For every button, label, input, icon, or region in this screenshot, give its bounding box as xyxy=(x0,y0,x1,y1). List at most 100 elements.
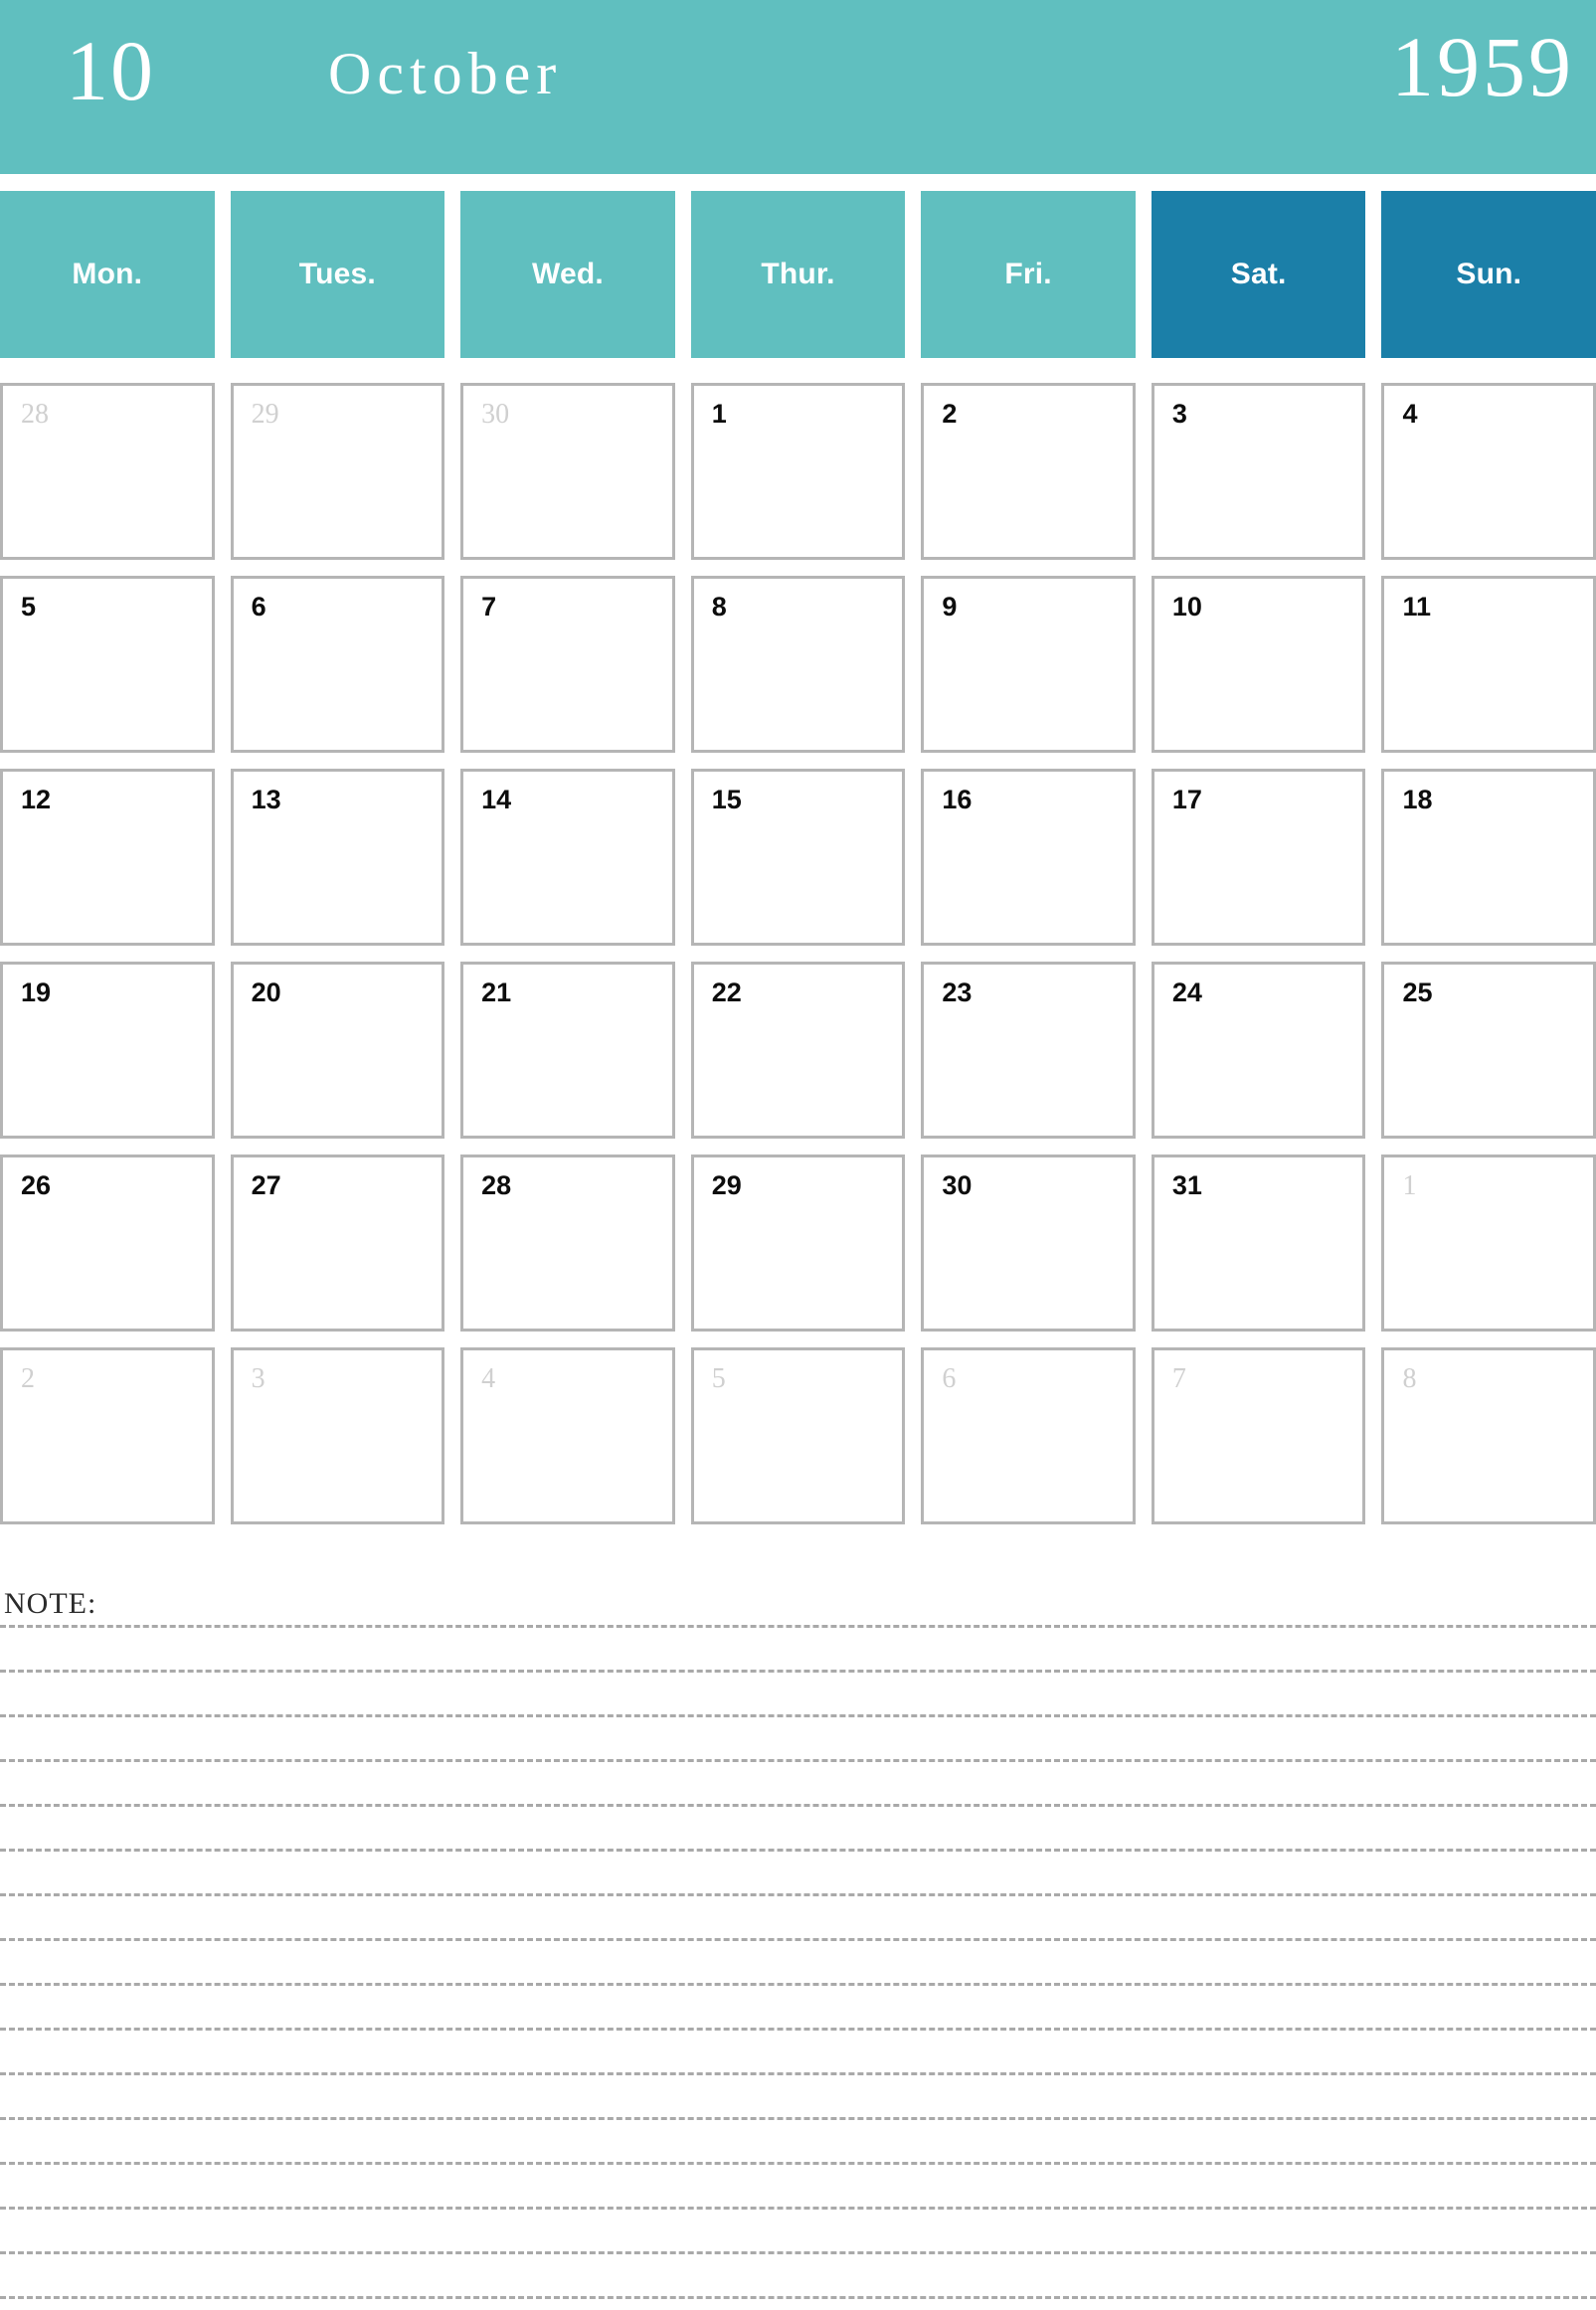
day-cell[interactable]: 9 xyxy=(921,576,1136,753)
day-cell-adjacent-month[interactable]: 7 xyxy=(1151,1347,1366,1524)
day-cell[interactable]: 23 xyxy=(921,962,1136,1139)
day-number: 22 xyxy=(711,977,742,1007)
day-cell[interactable]: 10 xyxy=(1151,576,1366,753)
day-number: 7 xyxy=(481,592,497,622)
weekday-header-wed: Wed. xyxy=(460,191,675,358)
day-number: 30 xyxy=(481,399,510,430)
day-cell-adjacent-month[interactable]: 8 xyxy=(1381,1347,1596,1524)
day-cell-adjacent-month[interactable]: 28 xyxy=(0,383,215,560)
weekday-header-thur: Thur. xyxy=(690,191,906,358)
note-section: NOTE: xyxy=(0,1589,1596,2310)
day-cell[interactable]: 13 xyxy=(230,769,445,946)
note-line[interactable] xyxy=(0,2072,1596,2075)
day-cell[interactable]: 26 xyxy=(0,1155,215,1332)
note-line[interactable] xyxy=(0,1849,1596,1852)
day-cell[interactable]: 11 xyxy=(1381,576,1596,753)
note-line[interactable] xyxy=(0,1625,1596,1628)
weekday-label: Tues. xyxy=(298,258,376,290)
day-cell[interactable]: 21 xyxy=(460,962,675,1139)
day-cell[interactable]: 29 xyxy=(690,1155,906,1332)
day-number: 27 xyxy=(251,1170,281,1200)
day-cell[interactable]: 1 xyxy=(690,383,906,560)
day-number: 29 xyxy=(711,1170,742,1200)
note-line[interactable] xyxy=(0,1983,1596,1986)
day-number: 16 xyxy=(942,785,973,814)
day-cell[interactable]: 24 xyxy=(1151,962,1366,1139)
note-line[interactable] xyxy=(0,1804,1596,1807)
day-cell[interactable]: 14 xyxy=(460,769,675,946)
day-cell[interactable]: 27 xyxy=(230,1155,445,1332)
note-line[interactable] xyxy=(0,1670,1596,1673)
day-number: 7 xyxy=(1171,1363,1186,1394)
day-cell[interactable]: 8 xyxy=(690,576,906,753)
day-number: 21 xyxy=(481,977,512,1007)
day-number: 11 xyxy=(1402,592,1432,622)
day-number: 15 xyxy=(711,785,742,814)
day-cell-adjacent-month[interactable]: 30 xyxy=(460,383,675,560)
week-row: 5 6 7 8 9 10 11 xyxy=(0,576,1596,753)
note-line[interactable] xyxy=(0,2207,1596,2210)
day-cell[interactable]: 12 xyxy=(0,769,215,946)
week-row: 28 29 30 1 2 3 4 xyxy=(0,383,1596,560)
week-row: 19 20 21 22 23 24 25 xyxy=(0,962,1596,1139)
day-number: 28 xyxy=(481,1170,512,1200)
day-number: 19 xyxy=(21,977,52,1007)
note-line[interactable] xyxy=(0,1893,1596,1896)
day-number: 23 xyxy=(942,977,973,1007)
note-line[interactable] xyxy=(0,2117,1596,2120)
day-cell-adjacent-month[interactable]: 2 xyxy=(0,1347,215,1524)
day-cell[interactable]: 6 xyxy=(230,576,445,753)
day-number: 28 xyxy=(21,399,49,430)
day-cell[interactable]: 4 xyxy=(1381,383,1596,560)
day-cell-adjacent-month[interactable]: 29 xyxy=(230,383,445,560)
day-cell[interactable]: 16 xyxy=(921,769,1136,946)
day-number: 31 xyxy=(1171,1170,1202,1200)
calendar-day-grid: 28 29 30 1 2 3 4 5 6 7 8 9 10 11 12 13 14 15 16 17 18 19 20 21 2… xyxy=(0,383,1596,1524)
day-cell[interactable]: 3 xyxy=(1151,383,1366,560)
note-line[interactable] xyxy=(0,2162,1596,2165)
note-line[interactable] xyxy=(0,2028,1596,2031)
day-cell-adjacent-month[interactable]: 5 xyxy=(690,1347,906,1524)
day-cell[interactable]: 22 xyxy=(690,962,906,1139)
note-line[interactable] xyxy=(0,1714,1596,1717)
note-line[interactable] xyxy=(0,1938,1596,1941)
day-cell[interactable]: 19 xyxy=(0,962,215,1139)
day-number: 5 xyxy=(21,592,37,622)
week-row: 12 13 14 15 16 17 18 xyxy=(0,769,1596,946)
day-number: 12 xyxy=(21,785,52,814)
day-number: 1 xyxy=(1402,1170,1417,1201)
header-year: 1959 xyxy=(1391,19,1574,114)
day-cell[interactable]: 17 xyxy=(1151,769,1366,946)
day-number: 4 xyxy=(1402,399,1418,429)
calendar-page: 10 October 1959 Mon. Tues. Wed. Thur. Fri. Sa… xyxy=(0,0,1596,2310)
day-cell[interactable]: 28 xyxy=(460,1155,675,1332)
note-line[interactable] xyxy=(0,2251,1596,2254)
header-month-name: October xyxy=(328,41,563,106)
day-cell[interactable]: 31 xyxy=(1151,1155,1366,1332)
day-number: 6 xyxy=(942,1363,957,1394)
week-row: 2 3 4 5 6 7 8 xyxy=(0,1347,1596,1524)
calendar-header-banner: 10 October 1959 xyxy=(0,0,1596,174)
day-cell-adjacent-month[interactable]: 3 xyxy=(230,1347,445,1524)
day-cell[interactable]: 5 xyxy=(0,576,215,753)
day-number: 18 xyxy=(1402,785,1433,814)
day-cell[interactable]: 30 xyxy=(921,1155,1136,1332)
day-cell[interactable]: 15 xyxy=(690,769,906,946)
day-number: 13 xyxy=(251,785,281,814)
day-cell-adjacent-month[interactable]: 4 xyxy=(460,1347,675,1524)
day-cell[interactable]: 7 xyxy=(460,576,675,753)
day-cell[interactable]: 2 xyxy=(921,383,1136,560)
note-line[interactable] xyxy=(0,1759,1596,1762)
day-cell[interactable]: 18 xyxy=(1381,769,1596,946)
day-number: 3 xyxy=(251,1363,266,1394)
day-cell-adjacent-month[interactable]: 1 xyxy=(1381,1155,1596,1332)
day-cell[interactable]: 20 xyxy=(230,962,445,1139)
weekday-header-sat: Sat. xyxy=(1151,191,1366,358)
day-number: 26 xyxy=(21,1170,52,1200)
note-line[interactable] xyxy=(0,2296,1596,2299)
weekday-label: Fri. xyxy=(1004,258,1052,290)
day-cell[interactable]: 25 xyxy=(1381,962,1596,1139)
weekday-label: Thur. xyxy=(761,258,835,290)
day-cell-adjacent-month[interactable]: 6 xyxy=(921,1347,1136,1524)
note-lines-container[interactable] xyxy=(0,1625,1596,2310)
